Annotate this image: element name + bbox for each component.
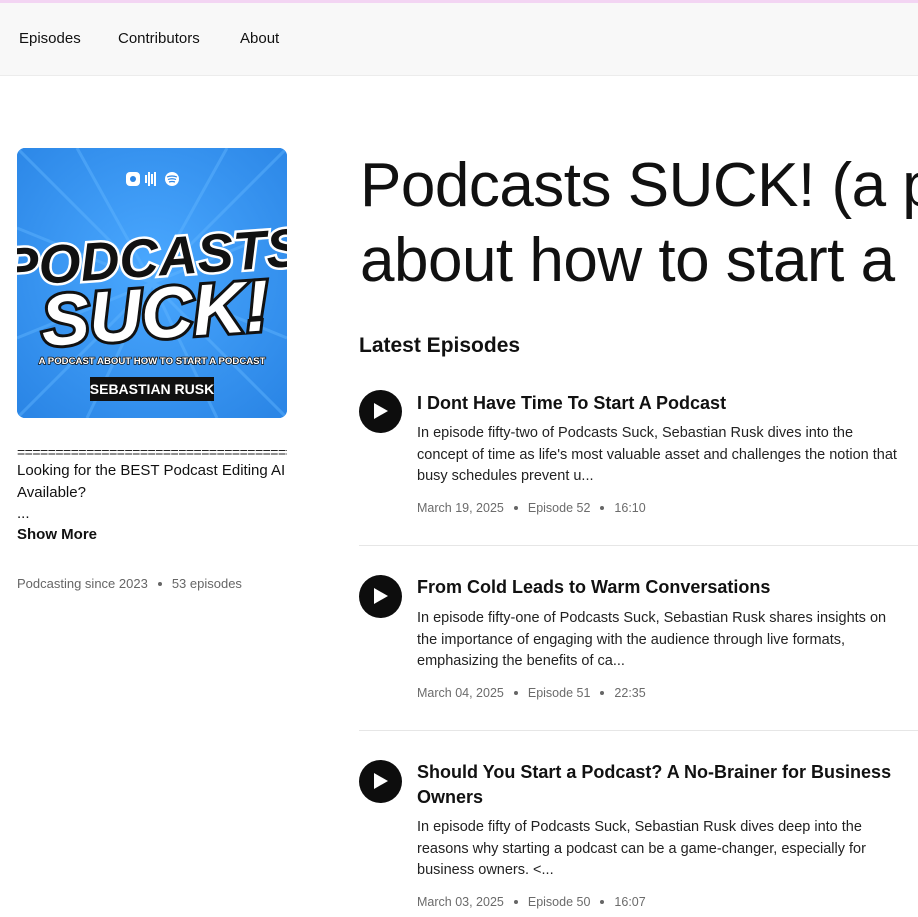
episode-meta: March 19, 2025 Episode 52 16:10 — [417, 501, 646, 515]
play-icon — [374, 403, 388, 419]
episode-divider — [359, 545, 918, 546]
episode-title[interactable]: I Dont Have Time To Start A Podcast — [417, 391, 897, 416]
play-icon — [374, 588, 388, 604]
top-navigation: Episodes Contributors About — [0, 3, 918, 76]
meta-dot — [600, 690, 605, 695]
podcast-description: ========================================… — [17, 444, 287, 524]
play-icon — [374, 773, 388, 789]
episode-number: Episode 51 — [527, 686, 591, 700]
episode-title[interactable]: From Cold Leads to Warm Conversations — [417, 575, 897, 600]
episode-summary: In episode fifty-one of Podcasts Suck, S… — [417, 610, 887, 669]
meta-dot — [600, 899, 605, 904]
meta-dot — [513, 505, 518, 510]
cover-tagline: A PODCAST ABOUT HOW TO START A PODCAST — [39, 356, 266, 367]
podcast-cover-art: PODCASTS SUCK! A PODCAST ABOUT HOW TO ST… — [17, 148, 287, 418]
play-button[interactable] — [359, 760, 402, 803]
episode-summary: In episode fifty-two of Podcasts Suck, S… — [417, 425, 897, 484]
nav-contributors[interactable]: Contributors — [118, 30, 200, 47]
episode-item: From Cold Leads to Warm Conversations In… — [359, 575, 918, 731]
episode-item: I Dont Have Time To Start A Podcast In e… — [359, 390, 918, 546]
meta-dot — [513, 690, 518, 695]
description-line: Available? — [17, 484, 86, 501]
episode-number: Episode 50 — [527, 895, 591, 909]
episode-duration: 16:10 — [614, 501, 646, 515]
description-rule: ========================================… — [17, 444, 287, 460]
show-more-button[interactable]: Show More — [17, 526, 97, 543]
episode-count: 53 episodes — [171, 576, 242, 591]
description-line: Looking for the BEST Podcast Editing AI — [17, 462, 286, 479]
nav-episodes[interactable]: Episodes — [19, 30, 81, 47]
platform-icons — [126, 172, 179, 186]
episode-title[interactable]: Should You Start a Podcast? A No-Brainer… — [417, 760, 897, 810]
episode-meta: March 04, 2025 Episode 51 22:35 — [417, 686, 646, 700]
meta-dot — [600, 505, 605, 510]
nav-about[interactable]: About — [240, 30, 279, 47]
episode-item: Should You Start a Podcast? A No-Brainer… — [359, 759, 918, 917]
meta-dot — [513, 899, 518, 904]
episode-date: March 03, 2025 — [417, 895, 504, 909]
podcast-meta: Podcasting since 2023 53 episodes — [17, 576, 242, 591]
cover-author: SEBASTIAN RUSK — [90, 381, 214, 397]
page-title: Podcasts SUCK! (a p about how to start a — [360, 148, 918, 298]
play-button[interactable] — [359, 575, 402, 618]
latest-episodes-heading: Latest Episodes — [359, 334, 521, 357]
page-title-line1: Podcasts SUCK! (a p — [360, 151, 918, 220]
episode-meta: March 03, 2025 Episode 50 16:07 — [417, 895, 646, 909]
cover-artwork: PODCASTS SUCK! A PODCAST ABOUT HOW TO ST… — [17, 148, 287, 418]
episode-number: Episode 52 — [527, 501, 591, 515]
podcasting-since: Podcasting since 2023 — [17, 576, 148, 591]
meta-dot — [157, 581, 162, 586]
episode-duration: 22:35 — [614, 686, 646, 700]
episode-date: March 19, 2025 — [417, 501, 504, 515]
episode-divider — [359, 730, 918, 731]
episode-summary: In episode fifty of Podcasts Suck, Sebas… — [417, 819, 866, 878]
episode-date: March 04, 2025 — [417, 686, 504, 700]
description-ellipsis: ... — [17, 505, 30, 522]
episode-duration: 16:07 — [614, 895, 646, 909]
cover-title-line2: SUCK! — [39, 266, 272, 362]
page-title-line2: about how to start a — [360, 226, 895, 295]
play-button[interactable] — [359, 390, 402, 433]
